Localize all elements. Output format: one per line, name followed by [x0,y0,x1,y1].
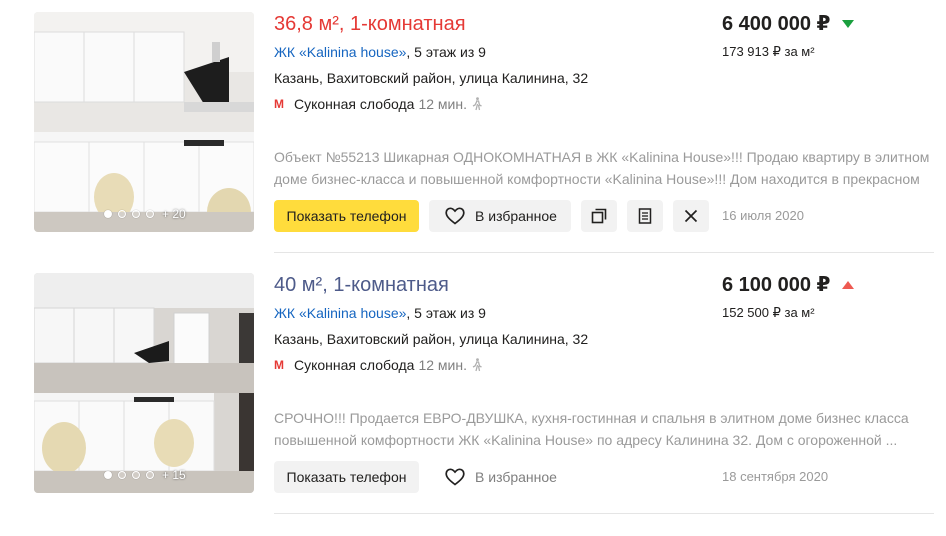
divider [274,252,934,253]
show-phone-button[interactable]: Показать телефон [274,200,419,232]
metro-time: 12 мин. [418,96,467,112]
metro-station: Суконная слобода [294,357,415,373]
metro-icon: М [274,358,284,372]
pager-dot[interactable] [146,210,154,218]
pager-dot[interactable] [104,210,112,218]
photo-pager[interactable]: + 20 [104,207,186,221]
floor-info: , 5 этаж из 9 [406,305,486,321]
favorite-button[interactable]: В избранное [429,200,571,232]
listing-title[interactable]: 40 м², 1-комнатная [274,273,449,297]
favorite-button[interactable]: В избранное [429,461,571,493]
floor-info: , 5 этаж из 9 [406,44,486,60]
pager-dot[interactable] [146,471,154,479]
price-per-meter: 152 500 ₽ за м² [722,305,815,320]
listing-actions: Показать телефон В избранное [274,461,571,493]
listing-photo[interactable]: + 20 [34,12,254,232]
listing-title[interactable]: 36,8 м², 1-комнатная [274,12,466,36]
listing-card: + 15 40 м², 1-комнатная ЖК «Kalinina hou… [0,261,946,522]
metro-time: 12 мин. [418,357,467,373]
kitchen-photo [34,12,254,232]
note-icon [638,208,652,224]
listing-description[interactable]: Объект №55213 Шикарная ОДНОКОМНАТНАЯ в Ж… [274,146,934,190]
price-up-icon[interactable] [842,281,855,289]
pager-dot[interactable] [118,210,126,218]
pager-dot[interactable] [132,210,140,218]
complex-info: ЖК «Kalinina house», 5 этаж из 9 [274,304,486,322]
kitchen-photo [34,273,254,493]
walk-icon [472,97,482,111]
listing-actions: Показать телефон В избранное [274,200,709,232]
favorite-label: В избранное [475,208,557,224]
pager-dot[interactable] [104,471,112,479]
publish-date: 18 сентября 2020 [722,469,829,484]
copy-icon [591,208,607,224]
metro-info: М Суконная слобода 12 мин. [274,356,483,374]
walk-icon [472,358,482,372]
close-icon [684,209,698,223]
complex-link[interactable]: ЖК «Kalinina house» [274,305,406,321]
publish-date: 16 июля 2020 [722,208,804,223]
metro-icon: М [274,97,284,111]
divider [274,513,934,514]
listing-description[interactable]: СРОЧНО!!! Продается ЕВРО-ДВУШКА, кухня-г… [274,407,934,451]
metro-station: Суконная слобода [294,96,415,112]
metro-info: М Суконная слобода 12 мин. [274,95,483,113]
compare-button[interactable] [581,200,617,232]
listing-photo[interactable]: + 15 [34,273,254,493]
listing-card: + 20 36,8 м², 1-комнатная ЖК «Kalinina h… [0,0,946,261]
complex-link[interactable]: ЖК «Kalinina house» [274,44,406,60]
price-value: 6 100 000 ₽ [722,274,831,296]
hide-button[interactable] [673,200,709,232]
address: Казань, Вахитовский район, улица Калинин… [274,70,589,86]
note-button[interactable] [627,200,663,232]
photo-more-count: + 15 [162,468,186,482]
pager-dot[interactable] [118,471,126,479]
price-value: 6 400 000 ₽ [722,13,831,35]
heart-icon [445,468,465,486]
price: 6 100 000 ₽ [722,273,855,297]
heart-icon [445,207,465,225]
photo-more-count: + 20 [162,207,186,221]
pager-dot[interactable] [132,471,140,479]
photo-pager[interactable]: + 15 [104,468,186,482]
favorite-label: В избранное [475,469,557,485]
price-per-meter: 173 913 ₽ за м² [722,44,815,59]
price: 6 400 000 ₽ [722,12,855,36]
price-down-icon[interactable] [842,20,855,28]
address: Казань, Вахитовский район, улица Калинин… [274,331,589,347]
show-phone-button[interactable]: Показать телефон [274,461,419,493]
complex-info: ЖК «Kalinina house», 5 этаж из 9 [274,43,486,61]
